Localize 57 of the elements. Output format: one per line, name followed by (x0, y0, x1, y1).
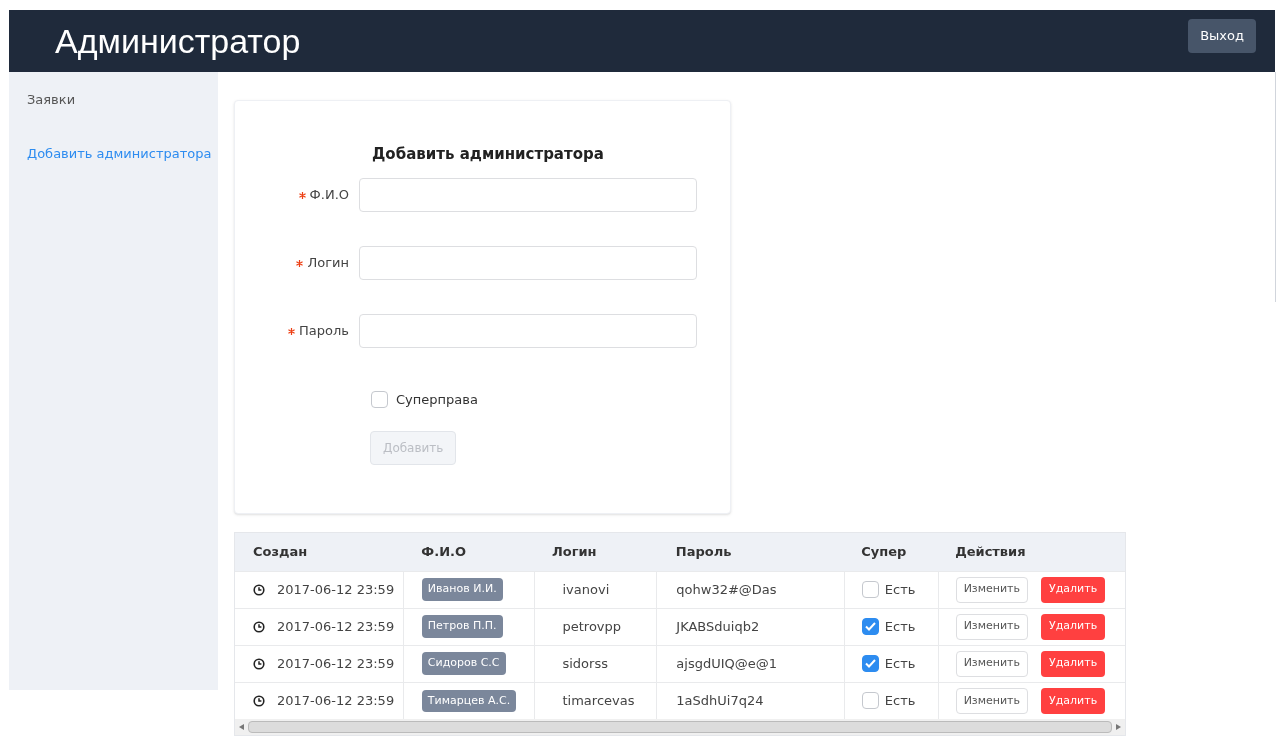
checkbox[interactable] (371, 390, 388, 408)
edit-button[interactable]: Изменить (955, 613, 1028, 640)
scroll-right-icon[interactable] (1116, 724, 1121, 730)
table-cell: qohw32#@Das (656, 571, 845, 608)
delete-button[interactable]: Удалить (1041, 576, 1106, 603)
delete-button[interactable]: Удалить (1041, 687, 1106, 714)
clock-icon (253, 620, 265, 633)
checkbox[interactable] (861, 655, 879, 672)
clock-icon (253, 583, 265, 596)
column-header: Ф.И.О (421, 544, 467, 559)
checkbox[interactable] (861, 692, 879, 710)
date-text: 2017-06-12 23:59 (277, 617, 395, 636)
edit-button[interactable]: Изменить (955, 687, 1028, 714)
date-text: 2017-06-12 23:59 (277, 654, 395, 673)
name-tag: Сидоров С.С (421, 652, 506, 675)
checkmark-icon (864, 622, 876, 631)
name-tag: Иванов И.И. (421, 578, 503, 601)
date-text: 2017-06-12 23:59 (277, 580, 395, 599)
field-label: Логин (307, 254, 349, 270)
column-header: Действия (955, 544, 1026, 559)
delete-button[interactable]: Удалить (1041, 650, 1106, 677)
field-label: Ф.И.О (309, 186, 349, 202)
checkmark-icon (864, 659, 876, 668)
scroll-left-icon[interactable] (239, 724, 244, 730)
column-header: Логин (552, 544, 597, 559)
checkbox-label: Есть (884, 617, 916, 636)
name-tag: Тимарцев А.С. (421, 689, 517, 712)
table-cell: ajsgdUIQ@e@1 (656, 645, 845, 682)
table-cell: sidorss (535, 645, 657, 682)
date-text: 2017-06-12 23:59 (277, 692, 395, 710)
logout-button[interactable]: Выход (1188, 19, 1256, 53)
clock-icon (253, 657, 265, 670)
input-field[interactable] (359, 313, 697, 348)
table-cell: JKABSduiqb2 (656, 608, 845, 645)
checkbox-label: Есть (884, 654, 916, 673)
checkbox-label: Суперправа (396, 390, 478, 409)
sidebar-item[interactable]: Заявки (27, 90, 218, 110)
input-field[interactable] (359, 245, 697, 280)
column-header: Создан (253, 544, 308, 559)
field-label: Пароль (299, 322, 349, 338)
checkbox-label: Есть (884, 692, 916, 710)
delete-button[interactable]: Удалить (1041, 613, 1106, 640)
horizontal-scrollbar[interactable] (235, 719, 1125, 735)
input-field[interactable] (359, 177, 697, 212)
column-header: Супер (861, 544, 907, 559)
checkbox[interactable] (861, 581, 879, 598)
name-tag: Петров П.П. (421, 615, 503, 638)
form-title: Добавить администратора (372, 144, 605, 165)
clock-icon (253, 694, 265, 707)
table-cell: ivanovi (535, 571, 657, 608)
app-title: Администратор (55, 20, 301, 62)
edit-button[interactable]: Изменить (955, 576, 1028, 603)
checkbox[interactable] (861, 618, 879, 635)
edit-button[interactable]: Изменить (955, 650, 1028, 677)
checkbox-label: Есть (884, 580, 916, 599)
column-header: Пароль (675, 544, 732, 559)
table-cell: petrovpp (535, 608, 657, 645)
